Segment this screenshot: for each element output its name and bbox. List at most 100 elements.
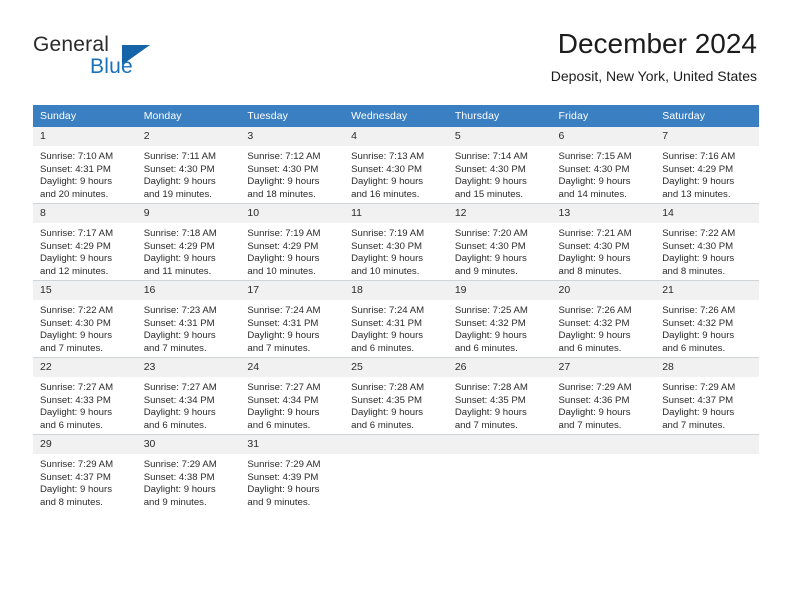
day-number: 11 — [344, 204, 448, 223]
day-daylight2-text: and 19 minutes. — [143, 188, 212, 200]
day-number: 6 — [551, 127, 656, 146]
day-sun-info: Sunrise: 7:19 AM Sunset: 4:29 PM Daylight:… — [240, 223, 344, 280]
day-number: 31 — [240, 435, 345, 454]
day-daylight1-text: Daylight: 9 hours — [40, 330, 112, 342]
calendar-day-cell[interactable]: 18 Sunrise: 7:24 AM Sunset: 4:31 PM Dayligh… — [344, 280, 448, 358]
weekday-header-tuesday: Tuesday — [240, 105, 345, 127]
day-sunrise-text: Sunrise: 7:19 AM — [247, 228, 321, 239]
day-number: 9 — [136, 204, 241, 223]
day-number: 21 — [655, 281, 759, 300]
calendar-day-cell[interactable]: 8 Sunrise: 7:17 AM Sunset: 4:29 PM Daylight… — [33, 203, 137, 281]
calendar-day-cell[interactable]: 16 Sunrise: 7:23 AM Sunset: 4:31 PM Dayligh… — [136, 280, 241, 358]
day-sunrise-text: Sunrise: 7:18 AM — [143, 228, 217, 239]
day-daylight2-text: and 12 minutes. — [40, 265, 109, 277]
calendar-day-cell[interactable]: 5 Sunrise: 7:14 AM Sunset: 4:30 PM Daylight… — [447, 127, 552, 204]
day-sun-info — [655, 454, 759, 511]
calendar-day-cell[interactable]: 7 Sunrise: 7:16 AM Sunset: 4:29 PM Daylight… — [655, 127, 759, 204]
page-header: General Blue December 2024 Deposit, New … — [0, 0, 792, 100]
day-daylight1-text: Daylight: 9 hours — [351, 176, 424, 188]
calendar-page: General Blue December 2024 Deposit, New … — [0, 0, 792, 612]
day-daylight1-text: Daylight: 9 hours — [247, 176, 320, 188]
calendar-day-cell[interactable]: 4 Sunrise: 7:13 AM Sunset: 4:30 PM Daylight… — [344, 127, 448, 204]
day-sunrise-text: Sunrise: 7:22 AM — [662, 228, 736, 239]
calendar-day-cell[interactable]: 2 Sunrise: 7:11 AM Sunset: 4:30 PM Daylight… — [136, 127, 241, 204]
calendar-day-cell[interactable]: 23 Sunrise: 7:27 AM Sunset: 4:34 PM Dayligh… — [136, 357, 241, 435]
day-sunset-text: Sunset: 4:32 PM — [558, 317, 630, 329]
calendar-day-cell[interactable]: 27 Sunrise: 7:29 AM Sunset: 4:36 PM Dayligh… — [551, 357, 656, 435]
calendar-day-cell[interactable]: 13 Sunrise: 7:21 AM Sunset: 4:30 PM Dayligh… — [551, 203, 656, 281]
day-sun-info: Sunrise: 7:24 AM Sunset: 4:31 PM Daylight:… — [344, 300, 448, 357]
day-daylight2-text: and 6 minutes. — [351, 342, 415, 354]
calendar-day-cell[interactable]: 21 Sunrise: 7:26 AM Sunset: 4:32 PM Dayligh… — [655, 280, 759, 358]
calendar-empty-cell — [655, 434, 759, 511]
day-sun-info: Sunrise: 7:25 AM Sunset: 4:32 PM Daylight:… — [448, 300, 552, 357]
day-daylight2-text: and 15 minutes. — [454, 188, 524, 200]
day-daylight1-text: Daylight: 9 hours — [40, 176, 112, 188]
calendar-day-cell[interactable]: 6 Sunrise: 7:15 AM Sunset: 4:30 PM Daylight… — [551, 127, 656, 204]
day-daylight1-text: Daylight: 9 hours — [247, 407, 320, 419]
day-number: 17 — [240, 281, 345, 300]
day-daylight2-text: and 6 minutes. — [454, 342, 518, 354]
weekday-header-thursday: Thursday — [447, 105, 552, 127]
calendar-day-cell[interactable]: 15 Sunrise: 7:22 AM Sunset: 4:30 PM Dayligh… — [33, 280, 137, 358]
day-daylight1-text: Daylight: 9 hours — [558, 330, 631, 342]
day-sunset-text: Sunset: 4:31 PM — [40, 163, 111, 175]
day-sun-info: Sunrise: 7:20 AM Sunset: 4:30 PM Daylight:… — [448, 223, 552, 280]
calendar-day-cell[interactable]: 24 Sunrise: 7:27 AM Sunset: 4:34 PM Dayligh… — [240, 357, 345, 435]
calendar-day-cell[interactable]: 22 Sunrise: 7:27 AM Sunset: 4:33 PM Dayligh… — [33, 357, 137, 435]
day-sunrise-text: Sunrise: 7:11 AM — [143, 151, 217, 162]
calendar-table: Sunday Monday Tuesday Wednesday Thursday… — [33, 105, 759, 511]
day-daylight1-text: Daylight: 9 hours — [351, 253, 424, 265]
calendar-day-cell[interactable]: 9 Sunrise: 7:18 AM Sunset: 4:29 PM Daylight… — [136, 203, 241, 281]
calendar-day-cell[interactable]: 19 Sunrise: 7:25 AM Sunset: 4:32 PM Dayligh… — [447, 280, 552, 358]
day-sunset-text: Sunset: 4:29 PM — [40, 240, 111, 252]
calendar-week-row: 8 Sunrise: 7:17 AM Sunset: 4:29 PM Daylight… — [33, 203, 759, 281]
calendar-body: 1 Sunrise: 7:10 AM Sunset: 4:31 PM Daylight… — [33, 127, 759, 511]
day-sunset-text: Sunset: 4:30 PM — [558, 163, 630, 175]
day-daylight1-text: Daylight: 9 hours — [558, 253, 631, 265]
calendar-day-cell[interactable]: 1 Sunrise: 7:10 AM Sunset: 4:31 PM Daylight… — [33, 127, 137, 204]
day-number: 10 — [240, 204, 345, 223]
day-daylight1-text: Daylight: 9 hours — [247, 484, 320, 496]
calendar-day-cell[interactable]: 31 Sunrise: 7:29 AM Sunset: 4:39 PM Dayligh… — [240, 434, 345, 511]
day-sunset-text: Sunset: 4:32 PM — [454, 317, 526, 329]
calendar-day-cell[interactable]: 17 Sunrise: 7:24 AM Sunset: 4:31 PM Dayligh… — [240, 280, 345, 358]
day-number: 25 — [344, 358, 448, 377]
day-sunset-text: Sunset: 4:29 PM — [662, 163, 734, 175]
day-number: 23 — [136, 358, 241, 377]
calendar-day-cell[interactable]: 30 Sunrise: 7:29 AM Sunset: 4:38 PM Dayligh… — [136, 434, 241, 511]
day-sun-info — [344, 454, 448, 511]
day-number: 12 — [447, 204, 552, 223]
day-daylight2-text: and 7 minutes. — [143, 342, 207, 354]
day-sun-info: Sunrise: 7:16 AM Sunset: 4:29 PM Daylight:… — [655, 146, 759, 203]
calendar-day-cell[interactable]: 14 Sunrise: 7:22 AM Sunset: 4:30 PM Dayligh… — [655, 203, 759, 281]
day-sun-info: Sunrise: 7:22 AM Sunset: 4:30 PM Daylight:… — [33, 300, 137, 357]
day-daylight2-text: and 6 minutes. — [662, 342, 726, 354]
day-sunset-text: Sunset: 4:34 PM — [143, 394, 215, 406]
calendar-day-cell[interactable]: 10 Sunrise: 7:19 AM Sunset: 4:29 PM Dayligh… — [240, 203, 345, 281]
day-sunset-text: Sunset: 4:31 PM — [351, 317, 423, 329]
weekday-header-monday: Monday — [136, 105, 241, 127]
day-sun-info: Sunrise: 7:27 AM Sunset: 4:34 PM Daylight:… — [240, 377, 344, 434]
day-daylight1-text: Daylight: 9 hours — [143, 253, 216, 265]
day-sunrise-text: Sunrise: 7:28 AM — [351, 382, 425, 393]
day-sunrise-text: Sunrise: 7:20 AM — [454, 228, 528, 239]
calendar-empty-cell — [551, 434, 656, 511]
day-daylight2-text: and 18 minutes. — [247, 188, 316, 200]
general-blue-logo[interactable]: General Blue — [33, 33, 203, 85]
day-sun-info: Sunrise: 7:11 AM Sunset: 4:30 PM Daylight:… — [137, 146, 241, 203]
calendar-day-cell[interactable]: 29 Sunrise: 7:29 AM Sunset: 4:37 PM Dayligh… — [33, 434, 137, 511]
day-number: 16 — [136, 281, 241, 300]
calendar-day-cell[interactable]: 26 Sunrise: 7:28 AM Sunset: 4:35 PM Dayligh… — [447, 357, 552, 435]
calendar-header-row: Sunday Monday Tuesday Wednesday Thursday… — [33, 105, 759, 127]
calendar-day-cell[interactable]: 12 Sunrise: 7:20 AM Sunset: 4:30 PM Dayligh… — [447, 203, 552, 281]
calendar-day-cell[interactable]: 3 Sunrise: 7:12 AM Sunset: 4:30 PM Daylight… — [240, 127, 345, 204]
calendar-day-cell[interactable]: 11 Sunrise: 7:19 AM Sunset: 4:30 PM Dayligh… — [344, 203, 448, 281]
calendar-day-cell[interactable]: 28 Sunrise: 7:29 AM Sunset: 4:37 PM Dayligh… — [655, 357, 759, 435]
calendar-day-cell[interactable]: 20 Sunrise: 7:26 AM Sunset: 4:32 PM Dayligh… — [551, 280, 656, 358]
day-daylight1-text: Daylight: 9 hours — [558, 407, 631, 419]
day-sunset-text: Sunset: 4:32 PM — [662, 317, 734, 329]
day-sun-info: Sunrise: 7:14 AM Sunset: 4:30 PM Daylight:… — [448, 146, 552, 203]
calendar-day-cell[interactable]: 25 Sunrise: 7:28 AM Sunset: 4:35 PM Dayligh… — [344, 357, 448, 435]
logo-text-blue: Blue — [90, 55, 133, 78]
